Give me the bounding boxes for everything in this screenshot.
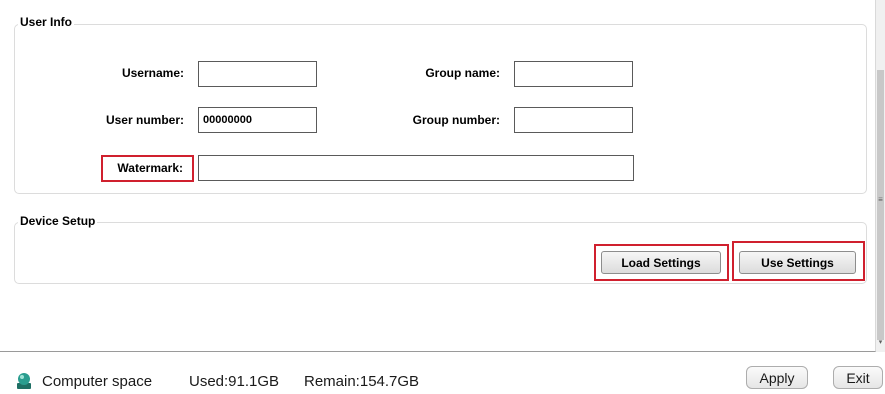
group-number-label: Group number: bbox=[412, 113, 500, 127]
watermark-input[interactable] bbox=[198, 155, 634, 181]
user-info-title: User Info bbox=[18, 15, 75, 29]
group-name-label: Group name: bbox=[425, 66, 500, 80]
settings-panel: User Info Username: Group name: User num… bbox=[0, 0, 876, 352]
exit-button[interactable]: Exit bbox=[833, 366, 883, 389]
disk-icon bbox=[17, 373, 31, 389]
scrollbar-grip-icon: ≡ bbox=[878, 195, 883, 204]
group-number-input[interactable] bbox=[514, 107, 633, 133]
scroll-down-icon[interactable]: ▾ bbox=[876, 338, 885, 346]
group-name-input[interactable] bbox=[514, 61, 633, 87]
remain-space: Remain:154.7GB bbox=[304, 373, 420, 390]
use-settings-button[interactable]: Use Settings bbox=[739, 251, 856, 274]
device-setup-title: Device Setup bbox=[18, 214, 98, 228]
load-settings-button[interactable]: Load Settings bbox=[601, 251, 721, 274]
username-input[interactable] bbox=[198, 61, 317, 87]
computer-space-label: Computer space bbox=[42, 373, 153, 390]
vertical-scrollbar[interactable]: ≡ ▾ bbox=[876, 0, 885, 352]
user-number-input[interactable] bbox=[198, 107, 317, 133]
apply-button[interactable]: Apply bbox=[746, 366, 808, 389]
user-number-label: User number: bbox=[105, 113, 184, 127]
watermark-label: Watermark: bbox=[117, 161, 183, 175]
used-space: Used:91.1GB bbox=[189, 373, 280, 390]
scrollbar-thumb[interactable] bbox=[877, 70, 884, 340]
username-label: Username: bbox=[121, 66, 184, 80]
